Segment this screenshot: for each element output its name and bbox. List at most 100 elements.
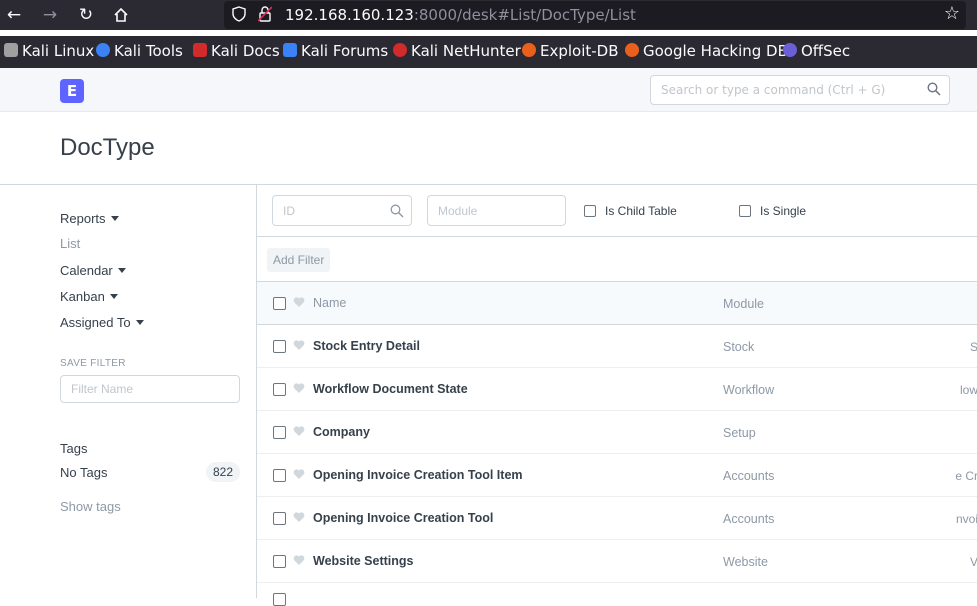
checkbox[interactable] [739,205,751,217]
insecure-lock-icon [257,6,273,26]
heart-icon[interactable] [293,425,305,437]
is-child-table-checkbox[interactable]: Is Child Table [584,204,677,218]
standard-filters: ID Module Is Child Table Is Single [257,185,977,237]
row-module: Workflow [723,383,775,397]
home-icon[interactable] [109,3,133,27]
column-header-module[interactable]: Module [723,297,764,311]
heart-icon[interactable] [293,296,305,308]
is-single-checkbox[interactable]: Is Single [739,204,806,218]
caret-down-icon [117,268,126,273]
column-header-name[interactable]: Name [313,296,346,310]
row-name-link[interactable]: Stock Entry Detail [313,339,420,353]
search-icon [390,204,404,218]
table-row-partial[interactable] [257,583,977,606]
id-filter-input[interactable]: ID [272,195,412,226]
list-sidebar: Reports List Calendar Kanban Assigned To… [0,185,256,598]
table-row[interactable]: Opening Invoice Creation Tool Item Accou… [257,454,977,497]
row-name-link[interactable]: Opening Invoice Creation Tool [313,511,493,525]
no-tags-filter[interactable]: No Tags [60,465,107,480]
tags-heading: Tags [60,441,88,456]
back-arrow-icon[interactable]: ← [2,3,26,27]
row-name-link[interactable]: Company [313,425,370,439]
kali-tools-icon [96,43,110,57]
row-checkbox[interactable] [273,469,286,482]
bookmark-kali-forums[interactable]: Kali Forums [283,42,388,62]
heart-icon[interactable] [293,339,305,351]
reload-icon[interactable]: ↻ [74,3,98,27]
sidebar-list-view[interactable]: List [60,236,80,251]
browser-toolbar: ← → ↻ 192.168.160.123:8000/desk#List/Doc… [0,0,977,30]
sidebar-assigned-to-dropdown[interactable]: Assigned To [60,315,144,330]
checkbox[interactable] [584,205,596,217]
awesome-search-bar[interactable]: Search or type a command (Ctrl + G) [650,75,950,105]
heart-icon[interactable] [293,554,305,566]
bookmark-offsec[interactable]: OffSec [783,42,850,62]
url-text: 192.168.160.123:8000/desk#List/DocType/L… [285,6,636,24]
caret-down-icon [109,294,118,299]
bookmark-kali-tools[interactable]: Kali Tools [96,42,183,62]
module-filter-input[interactable]: Module [427,195,566,226]
page-head: DocType [0,112,977,185]
row-checkbox[interactable] [273,555,286,568]
row-name-link[interactable]: Opening Invoice Creation Tool Item [313,468,523,482]
offsec-icon [783,43,797,57]
heart-icon[interactable] [293,382,305,394]
table-row[interactable]: Workflow Document State Workflow low [257,368,977,411]
heart-icon[interactable] [293,511,305,523]
bookmark-star-icon[interactable]: ☆ [944,3,960,24]
select-all-checkbox[interactable] [273,297,286,310]
show-tags-link[interactable]: Show tags [60,499,121,514]
page-title: DocType [60,134,155,161]
row-extra-truncated: V [969,555,977,569]
row-checkbox[interactable] [273,512,286,525]
add-filter-button[interactable]: Add Filter [267,248,331,272]
bookmarks-bar: Kali Linux Kali Tools Kali Docs Kali For… [0,36,977,68]
row-module: Stock [723,340,755,354]
caret-down-icon [135,320,144,325]
kali-dragon-icon [4,43,18,57]
kali-forums-icon [283,43,297,57]
row-module: Accounts [723,469,775,483]
table-row[interactable]: Website Settings Website V [257,540,977,583]
bookmark-exploit-db[interactable]: Exploit-DB [522,42,619,62]
search-icon [927,82,941,96]
bookmark-kali-docs[interactable]: Kali Docs [193,42,280,62]
row-checkbox[interactable] [273,340,286,353]
row-checkbox[interactable] [273,383,286,396]
row-extra-truncated: nvoi [955,512,977,526]
filter-name-input[interactable]: Filter Name [60,375,240,403]
bookmark-kali-nethunter[interactable]: Kali NetHunter [393,42,521,62]
address-bar[interactable]: 192.168.160.123:8000/desk#List/DocType/L… [224,1,966,29]
save-filter-label: SAVE FILTER [60,358,126,369]
row-module: Setup [723,426,756,440]
app-logo[interactable]: E [60,79,84,103]
forward-arrow-icon[interactable]: → [38,3,62,27]
shield-icon [232,6,246,26]
search-placeholder: Search or type a command (Ctrl + G) [661,83,886,97]
bookmark-kali-linux[interactable]: Kali Linux [4,42,94,62]
row-checkbox[interactable] [273,593,286,606]
row-checkbox[interactable] [273,426,286,439]
heart-icon[interactable] [293,468,305,480]
list-main: ID Module Is Child Table Is Single Add F… [256,185,977,606]
exploit-db-icon [522,43,536,57]
nethunter-icon [393,43,407,57]
filter-area: Add Filter [257,238,977,282]
sidebar-calendar-dropdown[interactable]: Calendar [60,263,126,278]
row-module: Accounts [723,512,775,526]
sidebar-reports-dropdown[interactable]: Reports [60,211,119,226]
row-name-link[interactable]: Workflow Document State [313,382,468,396]
kali-docs-icon [193,43,207,57]
table-row[interactable]: Stock Entry Detail Stock S [257,325,977,368]
no-tags-count-badge: 822 [206,462,240,482]
row-name-link[interactable]: Website Settings [313,554,413,568]
list-header-row: Name Module [257,282,977,325]
row-extra-truncated: e Cr [955,469,977,483]
row-module: Website [723,555,768,569]
app-navbar: E Search or type a command (Ctrl + G) [0,68,977,112]
bookmark-google-hacking-db[interactable]: Google Hacking DB [625,42,788,62]
sidebar-kanban-dropdown[interactable]: Kanban [60,289,118,304]
table-row[interactable]: Company Setup [257,411,977,454]
table-row[interactable]: Opening Invoice Creation Tool Accounts n… [257,497,977,540]
row-extra-truncated: low [959,383,977,397]
